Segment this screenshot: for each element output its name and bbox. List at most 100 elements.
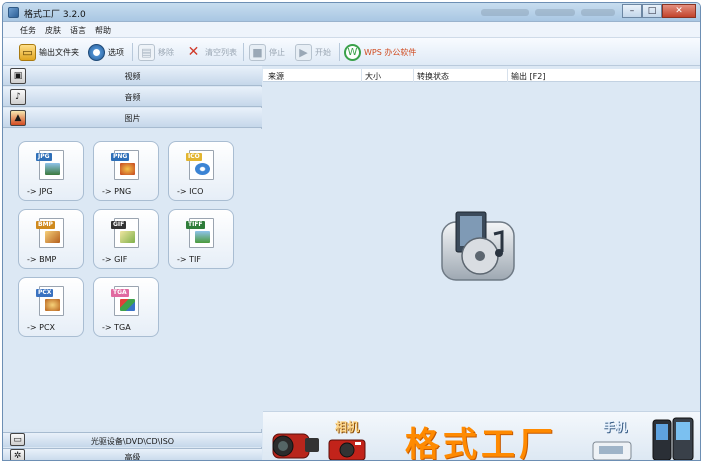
column-divider [361,69,362,82]
column-divider [413,69,414,82]
column-source[interactable]: 来源 [268,71,284,82]
tile-to-png[interactable]: PNG -> PNG [93,141,159,201]
blurred-taskbar-item [581,9,615,16]
tga-file-icon: TGA [111,286,139,316]
png-file-icon: PNG [111,150,139,180]
tile-to-jpg[interactable]: JPG -> JPG [18,141,84,201]
menu-language[interactable]: 语言 [70,25,86,36]
ico-badge: ICO [186,153,202,161]
pcx-file-icon: PCX [36,286,64,316]
clear-list-button[interactable]: ✕ 清空列表 [185,42,237,62]
stop-button[interactable]: ■ 停止 [249,42,285,62]
menu-task[interactable]: 任务 [20,25,36,36]
minimize-button[interactable]: – [622,4,642,18]
tile-to-tga-label: -> TGA [102,323,131,332]
tif-file-icon: TIFF [186,218,214,248]
column-output[interactable]: 输出 [F2] [511,71,545,82]
picture-icon [45,163,60,175]
toolbar-separator [339,43,340,61]
pcx-badge: PCX [36,289,54,297]
digital-camera-icon [328,439,366,460]
gif-badge: GIF [111,221,127,229]
tile-to-bmp-label: -> BMP [27,255,57,264]
folder-icon: ▭ [19,43,36,61]
toolbar-separator [132,43,133,61]
options-label: 选项 [108,47,124,57]
blurred-taskbar-item [535,9,575,16]
gif-file-icon: GIF [111,218,139,248]
menu-help[interactable]: 帮助 [95,25,111,36]
jpg-file-icon: JPG [36,150,64,180]
start-label: 开始 [315,47,331,57]
column-divider [507,69,508,82]
remove-icon: ▤ [138,43,155,61]
picture-icon [120,231,135,243]
png-badge: PNG [111,153,130,161]
tile-to-tga[interactable]: TGA -> TGA [93,277,159,337]
tile-to-ico-label: -> ICO [177,187,204,196]
toolbar: ▭ 输出文件夹 选项 ▤ 移除 ✕ 清空列表 ■ 停止 ▶ 开始 W WPS 办… [3,38,700,66]
phone-label: 手机 [603,420,628,434]
tile-to-png-label: -> PNG [102,187,132,196]
toolbar-separator [243,43,244,61]
tile-to-gif[interactable]: GIF -> GIF [93,209,159,269]
app-icon [8,7,19,18]
camcorder-icon [272,433,319,459]
category-advanced-label: 高级 [124,453,141,461]
category-audio[interactable]: ♪ 音频 [3,87,262,107]
ico-file-icon: ICO [186,150,214,180]
category-audio-label: 音频 [124,93,141,102]
tile-to-tif-label: -> TIF [177,255,201,264]
jpg-badge: JPG [36,153,52,161]
category-video[interactable]: ▣ 视频 [3,66,262,86]
format-factory-logo-icon [441,211,515,281]
task-list-header: 来源 大小 转换状态 输出 [F2] [263,69,700,82]
picture-icon [195,231,210,243]
start-button[interactable]: ▶ 开始 [295,42,331,62]
tile-to-bmp[interactable]: BMP -> BMP [18,209,84,269]
title-bar[interactable]: 格式工厂 3.2.0 – □ ✕ [3,3,700,22]
main-window: 格式工厂 3.2.0 – □ ✕ 任务 皮肤 语言 帮助 ▭ 输出文件夹 选项 … [2,2,701,461]
remove-button[interactable]: ▤ 移除 [138,42,174,62]
output-folder-button[interactable]: ▭ 输出文件夹 [19,42,79,62]
category-optical-drive[interactable]: ▭ 光驱设备\DVD\CD\ISO [3,432,262,447]
tile-to-jpg-label: -> JPG [27,187,53,196]
maximize-button[interactable]: □ [642,4,662,18]
picture-icon [120,163,135,175]
column-size[interactable]: 大小 [365,71,381,82]
wps-office-label: WPS 办公软件 [364,47,417,57]
tile-to-gif-label: -> GIF [102,255,128,264]
category-video-label: 视频 [124,72,141,81]
options-button[interactable]: 选项 [88,42,124,62]
wps-office-button[interactable]: W WPS 办公软件 [344,42,416,62]
category-optical-label: 光驱设备\DVD\CD\ISO [90,437,175,446]
close-button[interactable]: ✕ [662,4,696,18]
blurred-taskbar-item [481,9,529,16]
tile-to-tif[interactable]: TIFF -> TIF [168,209,234,269]
category-advanced[interactable]: ✲ 高级 [3,448,262,461]
category-image[interactable]: ▲ 图片 [3,108,262,128]
stop-label: 停止 [269,47,285,57]
stop-icon: ■ [249,43,266,61]
tga-badge: TGA [111,289,129,297]
clear-list-label: 清空列表 [205,47,237,57]
info-icon [195,163,210,175]
output-folder-label: 输出文件夹 [39,47,79,57]
column-status[interactable]: 转换状态 [417,71,449,82]
window-controls: – □ ✕ [622,4,696,18]
tile-to-pcx[interactable]: PCX -> PCX [18,277,84,337]
tile-to-pcx-label: -> PCX [27,323,56,332]
bmp-file-icon: BMP [36,218,64,248]
picture-icon [45,231,60,243]
tile-to-ico[interactable]: ICO -> ICO [168,141,234,201]
window-title: 格式工厂 3.2.0 [24,10,86,20]
image-format-grid: JPG -> JPG PNG -> PNG ICO -> ICO BMP -> … [3,129,262,429]
camera-label: 相机 [335,420,360,434]
banner-title: 格式工厂 [405,425,557,461]
tif-badge: TIFF [186,221,205,229]
menu-skin[interactable]: 皮肤 [45,25,61,36]
remove-label: 移除 [158,47,174,57]
picture-icon [120,299,135,311]
mobile-phone-icon [652,417,694,460]
picture-icon [45,299,60,311]
